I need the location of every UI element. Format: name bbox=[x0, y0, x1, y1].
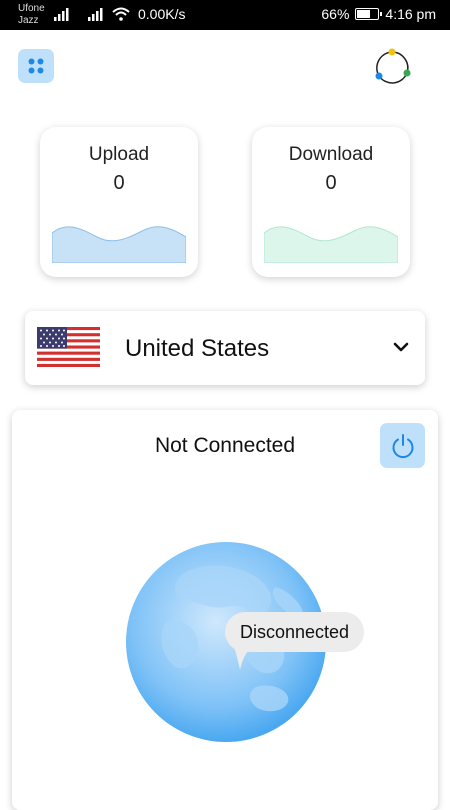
server-selector[interactable]: United States bbox=[25, 311, 425, 385]
clock: 4:16 pm bbox=[385, 6, 436, 22]
us-flag-icon bbox=[37, 327, 100, 367]
power-icon bbox=[392, 433, 413, 458]
grid-dots-icon bbox=[28, 58, 44, 74]
menu-button[interactable] bbox=[18, 49, 54, 83]
status-bar: Ufone Jazz 0.00K/s 66% 4:16 pm bbox=[0, 0, 450, 30]
country-name: United States bbox=[125, 335, 270, 362]
upload-value: 0 bbox=[113, 172, 125, 194]
upload-label: Upload bbox=[88, 144, 150, 165]
app-logo-icon[interactable] bbox=[372, 48, 412, 88]
wifi-icon bbox=[112, 7, 130, 21]
net-speed: 0.00K/s bbox=[138, 6, 186, 22]
power-button[interactable] bbox=[380, 423, 425, 468]
signal-icon bbox=[88, 7, 103, 21]
download-value: 0 bbox=[325, 172, 337, 194]
connection-panel: Not Connected bbox=[12, 410, 438, 810]
signal-icon bbox=[54, 7, 69, 21]
bubble-tail bbox=[234, 646, 252, 670]
carrier-line-2: Jazz bbox=[18, 15, 39, 26]
download-wave-graphic bbox=[264, 226, 398, 263]
upload-card: Upload 0 bbox=[40, 127, 198, 277]
chevron-down-icon[interactable] bbox=[393, 337, 409, 357]
download-card: Download 0 bbox=[252, 127, 410, 277]
upload-wave-graphic bbox=[52, 226, 186, 263]
download-label: Download bbox=[288, 144, 374, 165]
battery-icon bbox=[355, 8, 383, 20]
connection-status-title: Not Connected bbox=[154, 434, 296, 457]
battery-percent: 66% bbox=[321, 6, 350, 22]
carrier-line-1: Ufone bbox=[18, 3, 45, 14]
carrier-label: Ufone Jazz bbox=[18, 3, 45, 27]
